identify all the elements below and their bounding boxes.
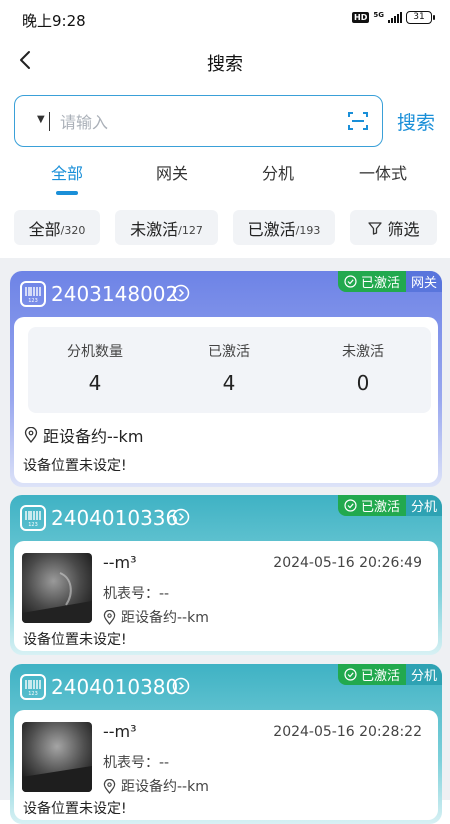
device-card[interactable]: 123 2403148002 已激活 网关 分机数量 4 已激活 4 未激活 0 <box>10 271 442 487</box>
barcode-icon: 123 <box>20 505 46 531</box>
device-id: 2404010380 <box>51 675 179 699</box>
card-header: 123 2403148002 已激活 网关 <box>10 271 442 317</box>
card-body: --m³ 2024-05-16 20:28:22 机表号：-- 距设备约--km… <box>14 710 438 820</box>
stat-value: 4 <box>88 371 102 395</box>
type-badge: 分机 <box>405 664 442 685</box>
status-badges: 已激活 分机 <box>337 495 442 516</box>
meter-number: 机表号：-- <box>103 755 170 771</box>
status-badge: 已激活 <box>337 271 406 292</box>
location-pin-icon <box>103 778 116 794</box>
check-circle-icon <box>344 499 357 512</box>
svg-text:123: 123 <box>28 298 38 304</box>
meter-number: 机表号：-- <box>103 586 170 602</box>
filter-all-label: 全部 <box>28 219 61 239</box>
location-note: 设备位置未设定! <box>23 632 127 648</box>
filter-active-count: /193 <box>295 223 321 237</box>
status-badge: 已激活 <box>337 664 406 685</box>
distance-text: 距设备约--km <box>43 427 144 446</box>
page-title: 搜索 <box>207 54 243 75</box>
chevron-right-icon[interactable] <box>172 677 190 695</box>
network-label: 5G <box>373 10 384 19</box>
tab-gateway[interactable]: 网关 <box>132 160 212 184</box>
status-icons: HD 5G 31 <box>352 10 435 24</box>
barcode-icon: 123 <box>20 674 46 700</box>
filter-bar: 全部 /320 未激活 /127 已激活 /193 筛选 <box>0 210 450 246</box>
svg-text:123: 123 <box>28 522 38 528</box>
check-circle-icon <box>344 668 357 681</box>
header: 搜索 <box>0 40 450 82</box>
reading-timestamp: 2024-05-16 20:28:22 <box>273 724 422 740</box>
location-note: 设备位置未设定! <box>23 458 127 474</box>
status-badge-label: 已激活 <box>360 500 400 515</box>
stat-label: 分机数量 <box>67 344 123 360</box>
device-id: 2403148002 <box>51 282 179 306</box>
filter-inactive-chip[interactable]: 未激活 /127 <box>115 210 218 245</box>
search-input[interactable] <box>60 110 330 134</box>
distance-row: 距设备约--km <box>103 607 209 627</box>
filter-active-chip[interactable]: 已激活 /193 <box>233 210 335 245</box>
tab-extension[interactable]: 分机 <box>238 160 318 184</box>
filter-all-chip[interactable]: 全部 /320 <box>14 210 100 245</box>
device-id: 2404010336 <box>51 506 179 530</box>
check-circle-icon <box>344 275 357 288</box>
card-header: 123 2404010336 已激活 分机 <box>10 495 442 541</box>
stat-extension-count: 分机数量 4 <box>28 341 162 395</box>
signal-icon <box>388 12 402 23</box>
status-badge: 已激活 <box>337 495 406 516</box>
type-badge: 分机 <box>405 495 442 516</box>
location-pin-icon <box>24 427 38 443</box>
active-tab-indicator <box>56 191 78 195</box>
card-header: 123 2404010380 已激活 分机 <box>10 664 442 710</box>
filter-button-label: 筛选 <box>387 219 420 239</box>
meter-photo[interactable] <box>22 553 92 623</box>
battery-icon: 31 <box>406 11 435 24</box>
stat-label: 已激活 <box>208 344 250 360</box>
reading-timestamp: 2024-05-16 20:26:49 <box>273 555 422 571</box>
search-box[interactable]: ▼ <box>14 95 383 147</box>
filter-button[interactable]: 筛选 <box>350 210 437 245</box>
status-badge-label: 已激活 <box>360 276 400 291</box>
device-card[interactable]: 123 2404010336 已激活 分机 --m³ 2024-05-16 20… <box>10 495 442 655</box>
distance-text: 距设备约--km <box>121 779 209 795</box>
stat-inactive: 未激活 0 <box>296 341 430 395</box>
status-bar: 晚上9:28 HD 5G 31 <box>0 0 450 38</box>
card-body: 分机数量 4 已激活 4 未激活 0 距设备约--km 设备位置未设定! <box>14 317 438 483</box>
filter-active-label: 已激活 <box>247 219 296 239</box>
filter-inactive-label: 未激活 <box>130 219 179 239</box>
device-card[interactable]: 123 2404010380 已激活 分机 --m³ 2024-05-16 20… <box>10 664 442 824</box>
chevron-right-icon[interactable] <box>172 508 190 526</box>
extension-stats: 分机数量 4 已激活 4 未激活 0 <box>28 327 431 413</box>
svg-text:123: 123 <box>28 691 38 697</box>
status-time: 晚上9:28 <box>22 12 86 30</box>
location-pin-icon <box>103 609 116 625</box>
text-cursor <box>49 112 50 131</box>
chevron-right-icon[interactable] <box>172 284 190 302</box>
stat-value: 4 <box>222 371 236 395</box>
card-body: --m³ 2024-05-16 20:26:49 机表号：-- 距设备约--km… <box>14 541 438 651</box>
location-note: 设备位置未设定! <box>23 801 127 817</box>
filter-inactive-count: /127 <box>178 223 203 237</box>
distance-row: 距设备约--km <box>24 423 143 447</box>
stat-label: 未激活 <box>342 344 384 360</box>
volume-reading: --m³ <box>103 553 137 572</box>
stat-activated: 已激活 4 <box>162 341 296 395</box>
stat-value: 0 <box>356 371 370 395</box>
distance-row: 距设备约--km <box>103 776 209 796</box>
funnel-icon <box>368 221 383 235</box>
filter-all-count: /320 <box>60 223 86 237</box>
meter-photo[interactable] <box>22 722 92 792</box>
status-badge-label: 已激活 <box>360 669 400 684</box>
hd-icon: HD <box>352 12 370 23</box>
dropdown-icon[interactable]: ▼ <box>37 114 45 125</box>
type-badge: 网关 <box>405 271 442 292</box>
scan-icon[interactable] <box>348 111 368 131</box>
status-badges: 已激活 分机 <box>337 664 442 685</box>
search-button[interactable]: 搜索 <box>397 108 435 135</box>
status-badges: 已激活 网关 <box>337 271 442 292</box>
volume-reading: --m³ <box>103 722 137 741</box>
tab-all[interactable]: 全部 <box>27 160 107 184</box>
distance-text: 距设备约--km <box>121 610 209 626</box>
tab-integrated[interactable]: 一体式 <box>343 160 423 184</box>
barcode-icon: 123 <box>20 281 46 307</box>
